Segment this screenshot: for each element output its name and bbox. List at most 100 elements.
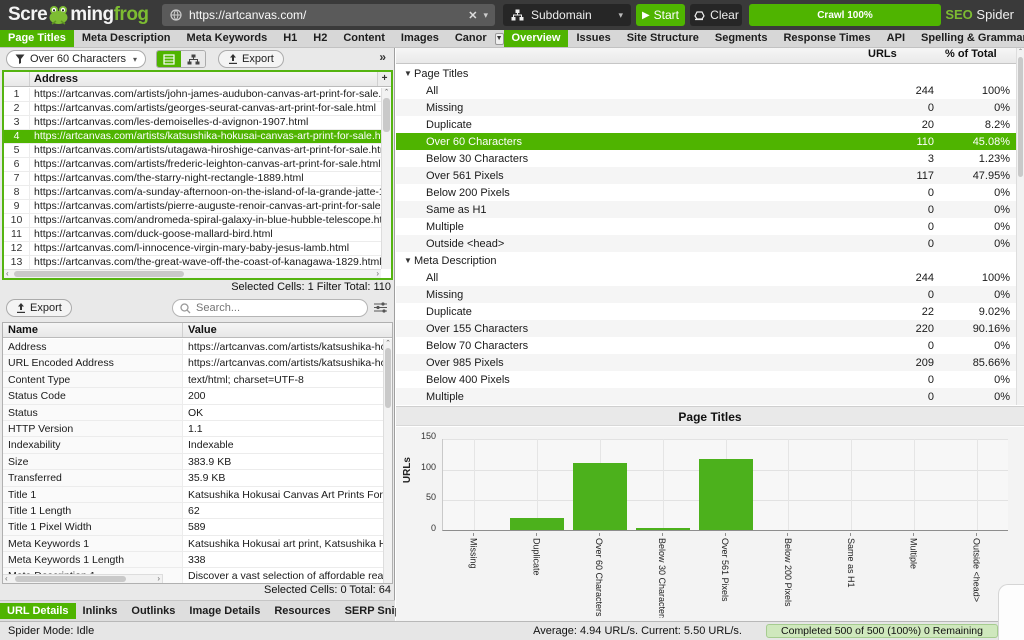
detail-value-cell[interactable]: Indexable <box>183 437 383 452</box>
detail-value-cell[interactable]: 383.9 KB <box>183 454 383 469</box>
detail-value-cell[interactable]: 200 <box>183 388 383 403</box>
url-input[interactable]: https://artcanvas.com/ ✕ ▾ <box>162 4 495 26</box>
table-row[interactable]: 11https://artcanvas.com/duck-goose-malla… <box>4 228 381 242</box>
export-button[interactable]: Export <box>218 50 284 68</box>
filter-dropdown[interactable]: Over 60 Characters ▾ <box>6 50 146 68</box>
table-row[interactable]: Title 1Katsushika Hokusai Canvas Art Pri… <box>3 487 383 503</box>
overview-section-row[interactable]: ▼Meta Description <box>396 252 1016 269</box>
overview-item-row[interactable]: Missing00% <box>396 286 1016 303</box>
address-cell[interactable]: https://artcanvas.com/l-innocence-virgin… <box>30 242 381 255</box>
tab-content[interactable]: Content <box>335 30 393 47</box>
address-cell[interactable]: https://artcanvas.com/artists/katsushika… <box>30 130 381 143</box>
overview-item-row[interactable]: Below 200 Pixels00% <box>396 184 1016 201</box>
address-cell[interactable]: https://artcanvas.com/andromeda-spiral-g… <box>30 214 381 227</box>
details-vertical-scrollbar[interactable]: ⌃ <box>383 339 392 583</box>
detail-value-cell[interactable]: 62 <box>183 503 383 518</box>
tab-issues[interactable]: Issues <box>568 30 618 47</box>
start-button[interactable]: ▶ Start <box>636 4 685 26</box>
address-cell[interactable]: https://artcanvas.com/the-starry-night-r… <box>30 172 381 185</box>
table-row[interactable]: 4https://artcanvas.com/artists/katsushik… <box>4 130 381 144</box>
table-row[interactable]: StatusOK <box>3 405 383 421</box>
table-row[interactable]: 2https://artcanvas.com/artists/georges-s… <box>4 102 381 116</box>
detail-value-cell[interactable]: text/html; charset=UTF-8 <box>183 372 383 387</box>
overview-item-row[interactable]: Over 561 Pixels11747.95% <box>396 167 1016 184</box>
table-row[interactable]: Meta Keywords 1Katsushika Hokusai art pr… <box>3 536 383 552</box>
overview-item-row[interactable]: Below 30 Characters31.23% <box>396 150 1016 167</box>
address-cell[interactable]: https://artcanvas.com/a-sunday-afternoon… <box>30 186 381 199</box>
tab-response-times[interactable]: Response Times <box>775 30 878 47</box>
detail-value-cell[interactable]: https://artcanvas.com/artists/katsushika… <box>183 355 383 370</box>
table-row[interactable]: 7https://artcanvas.com/the-starry-night-… <box>4 172 381 186</box>
tab-canonical[interactable]: Canor <box>447 30 495 47</box>
tab-url-details[interactable]: URL Details <box>0 603 76 619</box>
overview-item-row[interactable]: Below 400 Pixels00% <box>396 371 1016 388</box>
tab-outlinks[interactable]: Outlinks <box>124 603 182 619</box>
table-row[interactable]: Title 1 Length62 <box>3 503 383 519</box>
overview-item-row[interactable]: Over 155 Characters22090.16% <box>396 320 1016 337</box>
search-options-icon[interactable] <box>374 300 387 318</box>
table-row[interactable]: 1https://artcanvas.com/artists/john-jame… <box>4 88 381 102</box>
table-row[interactable]: 10https://artcanvas.com/andromeda-spiral… <box>4 214 381 228</box>
table-row[interactable]: 8https://artcanvas.com/a-sunday-afternoo… <box>4 186 381 200</box>
url-value[interactable]: https://artcanvas.com/ <box>189 8 462 22</box>
tab-meta-description[interactable]: Meta Description <box>74 30 179 47</box>
table-row[interactable]: 12https://artcanvas.com/l-innocence-virg… <box>4 242 381 256</box>
crawl-scope-dropdown[interactable]: Subdomain ▾ <box>503 4 631 26</box>
table-row[interactable]: 5https://artcanvas.com/artists/utagawa-h… <box>4 144 381 158</box>
overview-item-row[interactable]: Multiple00% <box>396 388 1016 405</box>
overview-item-row[interactable]: Duplicate229.02% <box>396 303 1016 320</box>
address-cell[interactable]: https://artcanvas.com/les-demoiselles-d-… <box>30 116 381 129</box>
url-history-caret-icon[interactable]: ▾ <box>483 10 495 21</box>
tree-view-button[interactable] <box>181 51 205 67</box>
table-row[interactable]: URL Encoded Addresshttps://artcanvas.com… <box>3 355 383 371</box>
overview-item-row[interactable]: Missing00% <box>396 99 1016 116</box>
overview-item-row[interactable]: Over 60 Characters11045.08% <box>396 133 1016 150</box>
table-row[interactable]: HTTP Version1.1 <box>3 421 383 437</box>
clear-url-icon[interactable]: ✕ <box>462 9 483 22</box>
address-cell[interactable]: https://artcanvas.com/artists/georges-se… <box>30 102 381 115</box>
address-cell[interactable]: https://artcanvas.com/artists/utagawa-hi… <box>30 144 381 157</box>
table-row[interactable]: Status Code200 <box>3 388 383 404</box>
tab-spelling-grammar[interactable]: Spelling & Grammar <box>913 30 1024 47</box>
table-row[interactable]: Addresshttps://artcanvas.com/artists/kat… <box>3 339 383 355</box>
tab-resources[interactable]: Resources <box>267 603 337 619</box>
overview-section-row[interactable]: ▼Page Titles <box>396 65 1016 82</box>
address-cell[interactable]: https://artcanvas.com/artists/frederic-l… <box>30 158 381 171</box>
address-cell[interactable]: https://artcanvas.com/the-great-wave-off… <box>30 256 381 269</box>
detail-value-cell[interactable]: https://artcanvas.com/artists/katsushika… <box>183 339 383 354</box>
tab-page-titles[interactable]: Page Titles <box>0 30 74 47</box>
address-cell[interactable]: https://artcanvas.com/artists/john-james… <box>30 88 381 101</box>
collapse-twisty-icon[interactable]: ▼ <box>404 69 414 78</box>
tab-inlinks[interactable]: Inlinks <box>76 603 125 619</box>
search-input[interactable] <box>196 302 367 314</box>
address-cell[interactable]: https://artcanvas.com/duck-goose-mallard… <box>30 228 381 241</box>
clear-button[interactable]: Clear <box>690 4 742 26</box>
details-export-button[interactable]: Export <box>6 299 72 317</box>
address-horizontal-scrollbar[interactable]: ‹› <box>4 269 381 278</box>
overview-item-row[interactable]: Below 70 Characters00% <box>396 337 1016 354</box>
detail-value-cell[interactable]: Katsushika Hokusai art print, Katsushika… <box>183 536 383 551</box>
table-row[interactable]: 3https://artcanvas.com/les-demoiselles-d… <box>4 116 381 130</box>
pct-column-header[interactable]: % of Total <box>945 48 997 60</box>
overview-item-row[interactable]: All244100% <box>396 82 1016 99</box>
overview-item-row[interactable]: Over 985 Pixels20985.66% <box>396 354 1016 371</box>
overview-scrollbar[interactable]: ⌃ <box>1016 48 1024 405</box>
table-row[interactable]: 13https://artcanvas.com/the-great-wave-o… <box>4 256 381 269</box>
table-row[interactable]: Transferred35.9 KB <box>3 470 383 486</box>
table-row[interactable]: Meta Keywords 1 Length338 <box>3 552 383 568</box>
table-row[interactable]: Size383.9 KB <box>3 454 383 470</box>
overview-item-row[interactable]: Duplicate208.2% <box>396 116 1016 133</box>
tab-meta-keywords[interactable]: Meta Keywords <box>179 30 276 47</box>
overview-item-row[interactable]: Same as H100% <box>396 201 1016 218</box>
list-view-button[interactable] <box>157 51 181 67</box>
tab-image-details[interactable]: Image Details <box>182 603 267 619</box>
detail-value-cell[interactable]: Discover a vast selection of affordable … <box>183 568 383 583</box>
detail-value-cell[interactable]: 1.1 <box>183 421 383 436</box>
value-column-header[interactable]: Value <box>183 323 392 337</box>
detail-value-cell[interactable]: Katsushika Hokusai Canvas Art Prints For… <box>183 487 383 502</box>
overview-item-row[interactable]: Multiple00% <box>396 218 1016 235</box>
table-row[interactable]: Content Typetext/html; charset=UTF-8 <box>3 372 383 388</box>
tab-overview[interactable]: Overview <box>504 30 569 47</box>
detail-value-cell[interactable]: 338 <box>183 552 383 567</box>
table-row[interactable]: IndexabilityIndexable <box>3 437 383 453</box>
